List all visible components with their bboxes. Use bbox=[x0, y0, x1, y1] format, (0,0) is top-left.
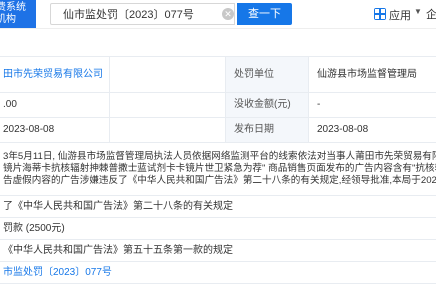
logo-line-2: 局机构 bbox=[0, 14, 16, 25]
empty-cell bbox=[109, 92, 226, 118]
decision-date-value: 2023-08-08 bbox=[0, 117, 110, 143]
empty-cell bbox=[109, 56, 226, 93]
clear-icon[interactable]: ✕ bbox=[222, 8, 234, 20]
table-row: 田市先荣贸易有限公司 处罚单位 仙游县市场监督管理局 bbox=[0, 56, 436, 93]
search-input[interactable] bbox=[51, 4, 223, 24]
search-button[interactable]: 查一下 bbox=[237, 3, 292, 25]
penalty-basis: 了《中华人民共和国广告法》第二十八条的有关规定 bbox=[0, 195, 436, 218]
confiscate-label: 没收金额(元) bbox=[225, 92, 309, 118]
penalty-result: 罚款 (2500元) bbox=[0, 217, 436, 240]
document-number-cell[interactable]: 市监处罚〔2023〕077号 bbox=[0, 261, 436, 284]
search-box bbox=[50, 3, 235, 25]
app-grid-icon bbox=[374, 8, 386, 20]
dept-value: 仙游县市场监督管理局 bbox=[308, 56, 436, 93]
top-header: 消费系统 局机构 ✕ 查一下 应用 ▼ 企 bbox=[0, 0, 436, 29]
confiscate-value: - bbox=[308, 92, 436, 118]
table-row: .00 没收金额(元) - bbox=[0, 92, 436, 118]
site-logo[interactable]: 消费系统 局机构 bbox=[0, 0, 36, 28]
publish-date-value: 2023-08-08 bbox=[308, 117, 436, 143]
document-number-link[interactable]: 市监处罚〔2023〕077号 bbox=[3, 267, 112, 278]
violation-facts: 3年5月11日, 仙游县市场监督管理局执法人员依据网络监测平台的线索依法对当事人… bbox=[0, 142, 436, 196]
penalty-detail-table: 田市先荣贸易有限公司 处罚单位 仙游县市场监督管理局 .00 没收金额(元) -… bbox=[0, 56, 436, 284]
table-row: 2023-08-08 发布日期 2023-08-08 bbox=[0, 117, 436, 143]
table-row: 市监处罚〔2023〕077号 bbox=[0, 261, 436, 284]
company-menu[interactable]: 企 bbox=[426, 6, 436, 22]
facts-line: 镜片海蒂卡抗核辐射抻棘普撒士蓝试剂卡卡镜片世卫紧急为荐" 商品销售页面发布的广告… bbox=[3, 163, 436, 174]
table-row: 《中华人民共和国广告法》第五十五条第一款的规定 bbox=[0, 239, 436, 262]
publish-date-label: 发布日期 bbox=[225, 117, 309, 143]
facts-line: 告虚假内容的广告涉嫌违反了《中华人民共和国广告法》第二十八条的有关规定,经领导批… bbox=[3, 175, 436, 186]
app-menu-label: 应用 bbox=[389, 10, 411, 22]
dept-label: 处罚单位 bbox=[225, 56, 309, 93]
fine-amount-value: .00 bbox=[0, 92, 110, 118]
chevron-down-icon: ▼ bbox=[414, 7, 422, 16]
party-name-cell[interactable]: 田市先荣贸易有限公司 bbox=[0, 56, 110, 93]
party-name-link[interactable]: 田市先荣贸易有限公司 bbox=[3, 69, 103, 80]
table-row: 罚款 (2500元) bbox=[0, 217, 436, 240]
empty-cell bbox=[109, 117, 226, 143]
logo-line-1: 消费系统 bbox=[0, 2, 26, 13]
penalty-law: 《中华人民共和国广告法》第五十五条第一款的规定 bbox=[0, 239, 436, 262]
table-row: 了《中华人民共和国广告法》第二十八条的有关规定 bbox=[0, 195, 436, 218]
facts-line: 3年5月11日, 仙游县市场监督管理局执法人员依据网络监测平台的线索依法对当事人… bbox=[3, 151, 436, 162]
table-row: 3年5月11日, 仙游县市场监督管理局执法人员依据网络监测平台的线索依法对当事人… bbox=[0, 142, 436, 196]
